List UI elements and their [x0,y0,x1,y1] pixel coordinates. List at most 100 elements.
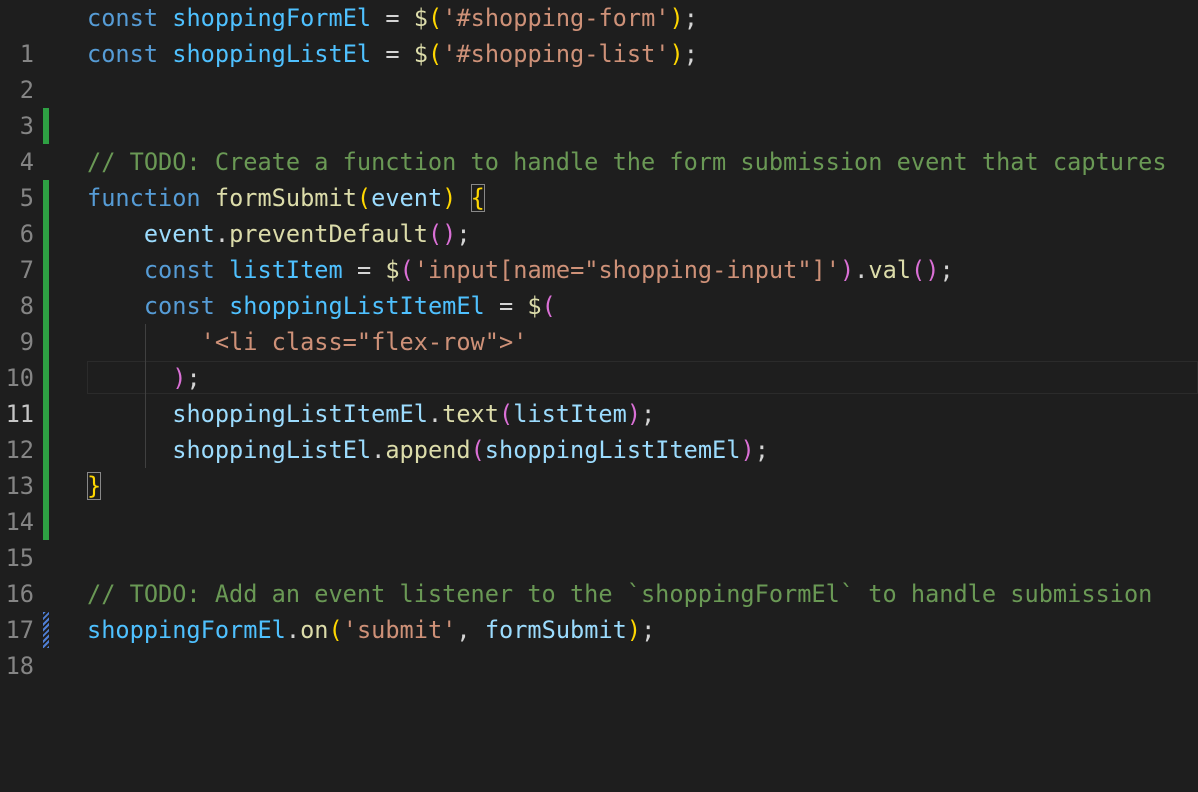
function-name: $ [413,4,428,32]
variable-name: shoppingFormEl [87,616,286,644]
variable-name: shoppingListEl [172,40,372,68]
operator: = [356,256,372,284]
punctuation: ; [456,220,471,248]
string-literal: '<li class="flex-row">' [200,328,528,356]
function-name: $ [385,256,400,284]
code-text[interactable]: const shoppingListEl = $('#shopping-list… [87,36,698,72]
string-literal: 'submit' [342,616,457,644]
code-line[interactable]: 4 [0,108,1198,176]
variable-name: shoppingListItemEl [229,292,485,320]
added-line-indicator[interactable] [43,360,49,396]
bracket: ( [356,184,372,212]
line-number: 18 [5,652,34,680]
bracket: ) [839,256,855,284]
string-literal: '#shopping-list' [442,40,670,68]
code-text[interactable]: const listItem = $('input[name="shopping… [87,252,954,288]
code-line[interactable]: 1 const shoppingFormEl = $('#shopping-fo… [0,0,1198,68]
bracket: ) [925,256,940,284]
added-line-indicator[interactable] [43,468,49,504]
bracket: ( [541,292,556,320]
function-name: on [300,616,329,644]
code-line[interactable]: 3 [0,72,1198,140]
variable-name: shoppingListEl [172,436,372,464]
function-name: append [385,436,471,464]
keyword: const [87,4,159,32]
punctuation: . [854,256,869,284]
argument: listItem [513,400,627,428]
added-line-indicator[interactable] [43,396,49,432]
added-line-indicator[interactable] [43,288,49,324]
code-line[interactable]: 13 shoppingListEl.append(shoppingListIte… [0,432,1198,500]
code-text[interactable]: '<li class="flex-row">' [87,324,528,360]
code-text[interactable]: // TODO: Add an event listener to the `s… [87,576,1152,612]
punctuation: ; [641,400,656,428]
function-name: formSubmit [214,184,357,212]
parameter: event [371,184,443,212]
operator: = [498,292,514,320]
code-line[interactable]: 12 shoppingListItemEl.text(listItem); [0,396,1198,464]
bracket: ) [669,40,684,68]
bracket: ( [328,616,343,644]
added-line-indicator[interactable] [43,108,49,144]
bracket: ) [626,616,642,644]
variable-name: event [143,220,215,248]
code-text[interactable]: const shoppingListItemEl = $( [87,288,556,324]
bracket: ) [740,436,755,464]
modified-line-indicator[interactable] [43,612,49,648]
bracket: ( [399,256,414,284]
code-text[interactable]: shoppingFormEl.on('submit', formSubmit); [87,612,655,648]
punctuation: ; [683,40,698,68]
added-line-indicator[interactable] [43,252,49,288]
bracket: ( [427,220,443,248]
added-line-indicator[interactable] [43,324,49,360]
operator: = [385,40,400,68]
punctuation: . [427,400,443,428]
bracket: ( [428,40,443,68]
bracket: ) [626,400,642,428]
code-line[interactable]: 9 const shoppingListItemEl = $( [0,288,1198,356]
code-text[interactable]: event.preventDefault(); [87,216,471,252]
code-line[interactable]: 14 } [0,468,1198,536]
added-line-indicator[interactable] [43,180,49,216]
code-line[interactable]: 5 // TODO: Create a function to handle t… [0,144,1198,212]
added-line-indicator[interactable] [43,432,49,468]
bracket: ) [669,4,684,32]
code-text[interactable]: shoppingListEl.append(shoppingListItemEl… [87,432,769,468]
string-literal: '#shopping-form' [442,4,670,32]
punctuation: ; [641,616,656,644]
bracket: ) [442,184,457,212]
code-line[interactable]: 16 [0,540,1198,608]
punctuation: . [371,436,386,464]
code-line[interactable]: 7 event.preventDefault(); [0,216,1198,284]
code-line-active[interactable]: 11 ); [0,360,1198,428]
function-name: $ [413,40,428,68]
code-text[interactable]: } [87,468,102,504]
code-text[interactable]: const shoppingFormEl = $('#shopping-form… [87,0,698,36]
code-line[interactable]: 2 const shoppingListEl = $('#shopping-li… [0,36,1198,104]
code-line[interactable]: 10 '<li class="flex-row">' [0,324,1198,392]
punctuation: , [456,616,471,644]
keyword: const [143,256,215,284]
punctuation: . [214,220,230,248]
code-line[interactable]: 8 const listItem = $('input[name="shoppi… [0,252,1198,320]
code-text[interactable]: function formSubmit(event) { [87,180,485,216]
punctuation: ; [939,256,954,284]
string-literal: 'input[name="shopping-input"]' [413,256,840,284]
code-line[interactable]: 15 [0,504,1198,572]
bracket: ( [911,256,926,284]
code-line[interactable]: 6 function formSubmit(event) { [0,180,1198,248]
code-line[interactable]: 17 // TODO: Add an event listener to the… [0,576,1198,644]
added-line-indicator[interactable] [43,504,49,540]
bracket: ) [442,220,457,248]
code-text[interactable]: shoppingListItemEl.text(listItem); [87,396,655,432]
code-line[interactable]: 18 shoppingFormEl.on('submit', formSubmi… [0,612,1198,680]
code-editor[interactable]: 1 const shoppingFormEl = $('#shopping-fo… [0,0,1198,680]
code-text[interactable]: ); [87,360,200,396]
current-line-highlight [87,361,1198,394]
argument: formSubmit [484,616,627,644]
punctuation: ; [683,4,698,32]
code-text[interactable]: // TODO: Create a function to handle the… [87,144,1167,180]
bracket: ) [172,364,187,392]
bracket: ( [498,400,514,428]
added-line-indicator[interactable] [43,216,49,252]
